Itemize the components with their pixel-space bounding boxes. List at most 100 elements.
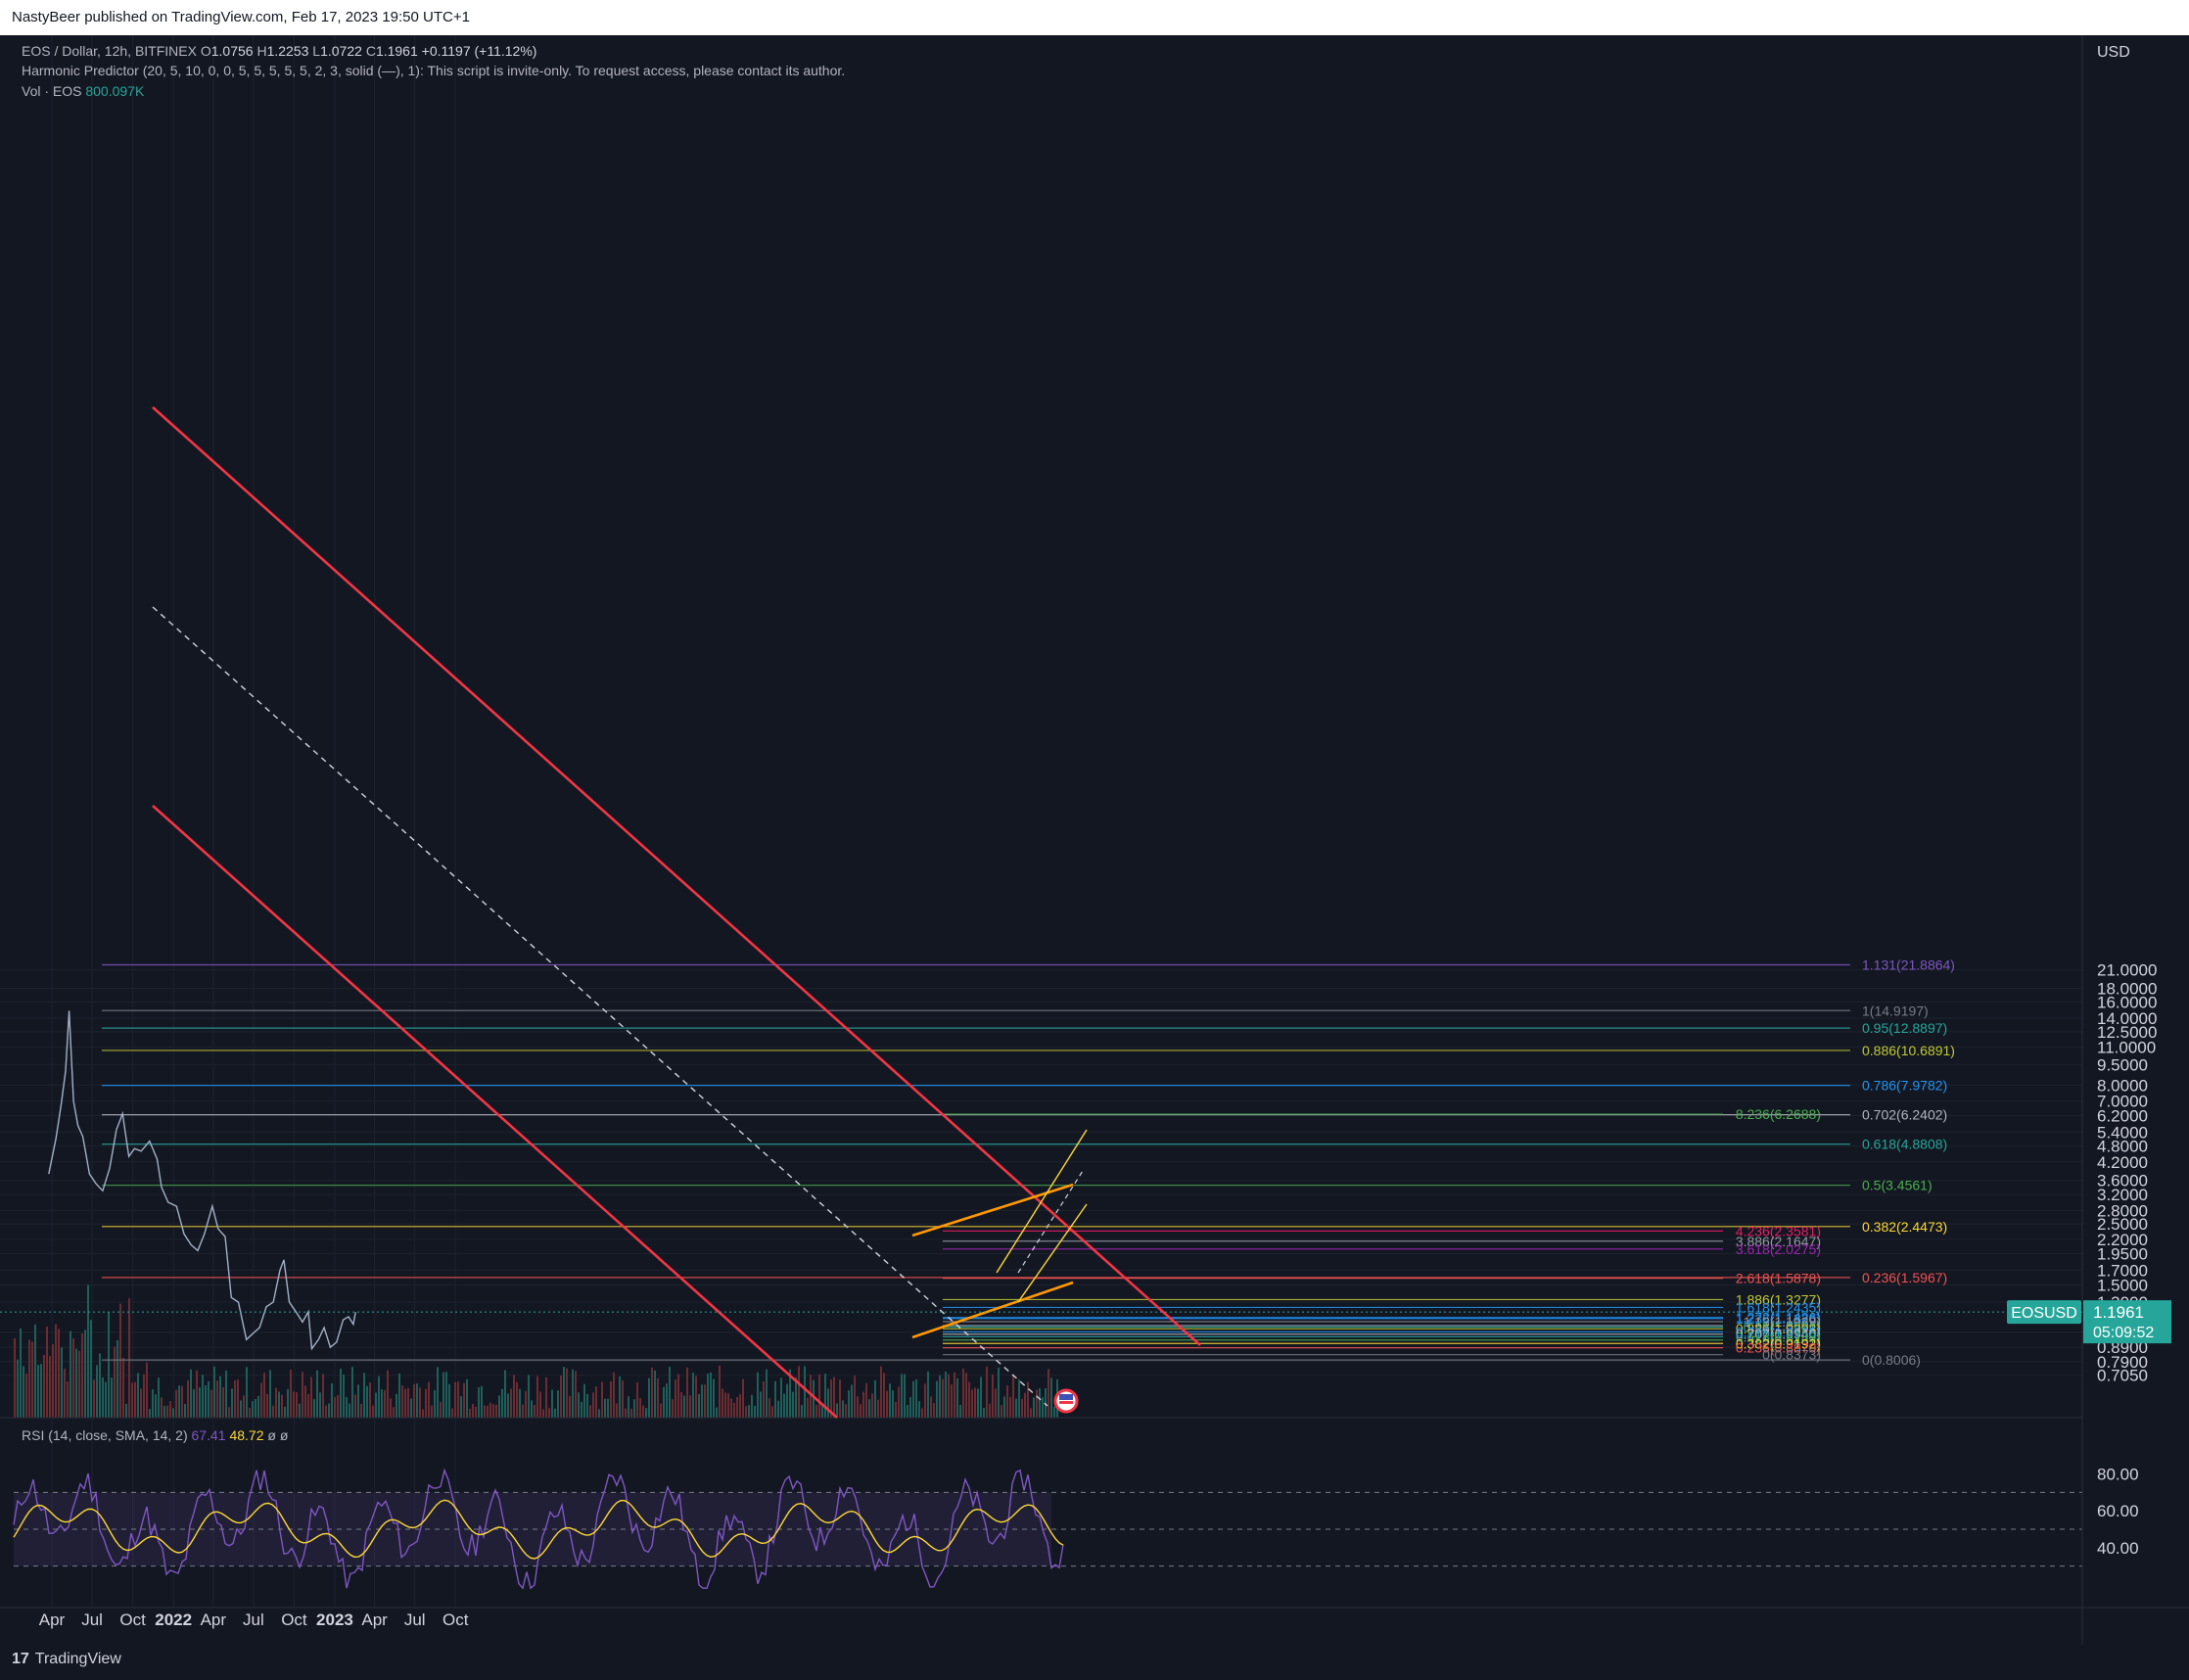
volume-bar [642, 1405, 644, 1418]
volume-bar [25, 1374, 27, 1418]
volume-bar [1015, 1398, 1017, 1418]
tradingview-logo[interactable]: 17 TradingView [12, 1651, 121, 1668]
volume-bar [369, 1382, 371, 1418]
volume-bar [760, 1391, 762, 1418]
volume-bar [648, 1377, 650, 1418]
volume-bar [601, 1381, 603, 1418]
symbol-info: EOS / Dollar, 12h, BITFINEX [22, 43, 197, 59]
volume-bar [519, 1388, 521, 1418]
volume-bar [249, 1407, 251, 1418]
volume-bar [260, 1382, 262, 1418]
volume-bar [748, 1405, 750, 1418]
volume-bar [410, 1398, 412, 1418]
volume-bar [657, 1377, 659, 1418]
volume-bar [880, 1366, 882, 1418]
volume-bar [351, 1367, 353, 1418]
volume-bar [1006, 1384, 1008, 1418]
volume-bar [378, 1376, 380, 1418]
price-tick-label: 4.2000 [2097, 1153, 2148, 1172]
volume-bar [877, 1399, 879, 1418]
volume-legend[interactable]: Vol · EOS 800.097K [22, 83, 144, 99]
volume-bar [1027, 1381, 1029, 1418]
volume-bar [792, 1391, 794, 1418]
volume-bar [504, 1370, 506, 1418]
change-value: +0.1197 (+11.12%) [421, 43, 537, 59]
rsi-legend[interactable]: RSI (14, close, SMA, 14, 2) 67.41 48.72 … [22, 1427, 288, 1443]
volume-bar [995, 1388, 997, 1418]
volume-bar [983, 1407, 985, 1418]
volume-bar [87, 1284, 89, 1418]
volume-bar [442, 1372, 444, 1418]
volume-bar [774, 1380, 776, 1418]
volume-bar [507, 1393, 509, 1418]
volume-bar [319, 1392, 321, 1418]
volume-bar [1036, 1389, 1038, 1418]
volume-bar [75, 1348, 77, 1418]
volume-bar [974, 1387, 976, 1418]
volume-bar [889, 1383, 891, 1418]
volume-bar [757, 1372, 759, 1418]
volume-bar [592, 1392, 594, 1418]
volume-bar [175, 1389, 177, 1418]
volume-bar [184, 1404, 186, 1418]
volume-bar [804, 1366, 806, 1418]
volume-bar [613, 1372, 615, 1418]
volume-bar [451, 1408, 453, 1418]
volume-bar [328, 1403, 330, 1418]
volume-bar [475, 1406, 477, 1418]
open-label: O [200, 43, 211, 59]
price-tick-label: 11.0000 [2097, 1038, 2156, 1056]
volume-bar [956, 1377, 958, 1418]
volume-bar [883, 1373, 885, 1418]
volume-bar [304, 1385, 306, 1418]
volume-bar [566, 1368, 568, 1418]
volume-bar [463, 1382, 465, 1418]
chart-canvas[interactable]: 1.131(21.8864) 1(14.9197) 0.95(12.8897) 0.8… [0, 35, 2189, 1645]
volume-bar [998, 1367, 1000, 1418]
volume-bar [43, 1354, 45, 1418]
volume-bar [404, 1388, 406, 1418]
volume-bar [81, 1332, 83, 1418]
volume-bar [222, 1386, 224, 1418]
rsi-value: 67.41 [191, 1427, 226, 1443]
fib-level-label: 0.786(7.9782) [1862, 1078, 1947, 1094]
volume-bar [513, 1375, 515, 1418]
time-tick-label: Jul [243, 1610, 264, 1629]
volume-bar [216, 1380, 218, 1418]
volume-bar [598, 1409, 600, 1418]
volume-bar [954, 1372, 955, 1418]
fib-level-label: 0.886(10.6891) [1862, 1043, 1955, 1058]
volume-bar [387, 1370, 389, 1418]
volume-bar [422, 1409, 424, 1418]
footer-bar [0, 1645, 2189, 1680]
volume-bar [1018, 1379, 1020, 1418]
volume-bar [548, 1408, 550, 1418]
volume-bar [1053, 1406, 1055, 1418]
volume-bar [545, 1377, 547, 1418]
volume-bar [366, 1385, 368, 1418]
volume-bar [710, 1372, 712, 1418]
volume-bar [904, 1374, 906, 1418]
brand-name: TradingView [34, 1651, 121, 1667]
volume-bar [416, 1383, 418, 1418]
volume-bar [407, 1387, 409, 1418]
volume-bar [234, 1379, 236, 1418]
volume-bar [172, 1408, 174, 1418]
projection-level-label: 8.236(6.2688) [1736, 1106, 1821, 1122]
symbol-legend: EOS / Dollar, 12h, BITFINEX O1.0756 H1.2… [22, 43, 536, 59]
volume-bar [293, 1391, 295, 1418]
volume-bar [337, 1395, 339, 1418]
volume-bar [96, 1365, 98, 1418]
volume-bar [481, 1385, 483, 1418]
indicator-legend[interactable]: Harmonic Predictor (20, 5, 10, 0, 0, 5, … [22, 63, 845, 78]
volume-bar [754, 1405, 756, 1418]
fib-level-label: 1.131(21.8864) [1862, 957, 1955, 973]
volume-bar [161, 1397, 163, 1418]
volume-bar [783, 1393, 785, 1418]
volume-bar [425, 1388, 427, 1418]
volume-bar [93, 1379, 95, 1418]
time-tick-label: Apr [201, 1610, 227, 1629]
volume-bar [390, 1398, 392, 1418]
volume-bar [105, 1381, 107, 1418]
time-tick-label: Oct [119, 1610, 146, 1629]
